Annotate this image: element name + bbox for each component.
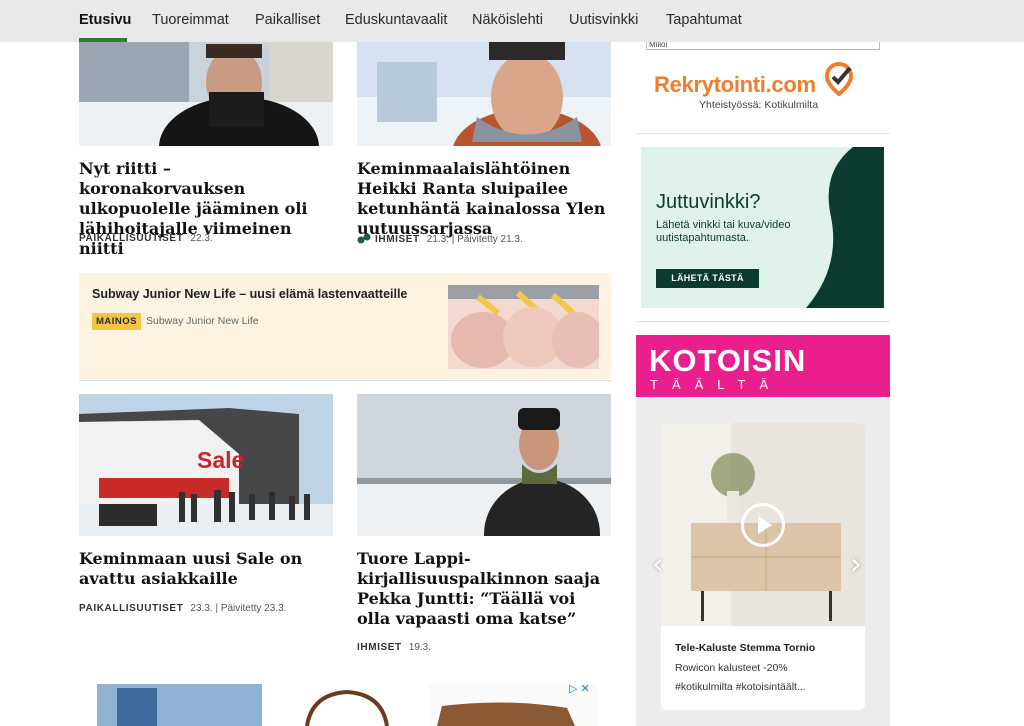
section-divider (79, 380, 611, 381)
nav-item-paikalliset[interactable]: Paikalliset (255, 12, 320, 28)
rekry-partner-text: Yhteistyössä: Kotikulmilta (699, 99, 819, 111)
article-3-date: 23.3. | Päivitetty 23.3. (190, 603, 287, 614)
article-3-category[interactable]: PAIKALLISUUTISET (79, 603, 183, 614)
article-1-headline[interactable]: Nyt riitti – koronakorvauksen ulkopuolel… (79, 159, 329, 259)
article-3-meta: PAIKALLISUUTISET 23.3. | Päivitetty 23.3. (79, 603, 286, 614)
bottom-display-ad[interactable] (97, 684, 597, 726)
article-4-category[interactable]: IHMISET (357, 642, 402, 653)
news-tip-text: Lähetä vinkki tai kuva/video uutistapaht… (656, 219, 791, 244)
article-1-image[interactable] (79, 42, 333, 146)
article-4-image[interactable] (357, 394, 611, 536)
sponsored-title[interactable]: Subway Junior New Life – uusi elämä last… (92, 287, 407, 301)
nav-item-tapahtumat[interactable]: Tapahtumat (666, 12, 742, 28)
article-2-date: 21.3. | Päivitetty 21.3. (426, 234, 523, 245)
kotoisin-card-offer: Rowicon kalusteet -20% (675, 662, 788, 674)
nav-item-eduskuntavaalit[interactable]: Eduskuntavaalit (345, 12, 447, 28)
article-4-date: 19.3. (408, 642, 432, 653)
nav-item-etusivu[interactable]: Etusivu (79, 12, 131, 28)
article-3-image[interactable]: Sale (79, 394, 333, 536)
sponsored-image[interactable] (448, 285, 599, 369)
ad-choices-icon[interactable]: ▷ ✕ (569, 682, 590, 695)
sale-sign-text: Sale (197, 447, 244, 473)
article-1-category[interactable]: PAIKALLISUUTISET (79, 233, 183, 244)
nav-active-indicator (79, 38, 127, 42)
news-tip-title: Juttuvinkki? (656, 191, 761, 213)
chevron-right-icon[interactable]: › (850, 547, 862, 582)
rekrytointi-logo[interactable]: Rekrytointi.com (654, 61, 854, 102)
sponsored-article[interactable]: Subway Junior New Life – uusi elämä last… (79, 273, 611, 379)
ihmiset-icon (357, 233, 371, 247)
kotoisin-card[interactable]: Tele-Kaluste Stemma Tornio Rowicon kalus… (661, 423, 865, 710)
kotoisin-logo-text: KOTOISIN (649, 343, 807, 378)
article-2-image[interactable] (357, 42, 611, 146)
article-3-headline[interactable]: Keminmaan uusi Sale on avattu asiakkaill… (79, 549, 329, 589)
kotoisin-subtitle: TÄÄLTÄ (650, 377, 783, 392)
location-pin-icon (824, 61, 854, 102)
article-1-date: 22.3. (190, 233, 213, 244)
sponsor-name: Subway Junior New Life (146, 315, 259, 327)
nav-item-tuoreimmat[interactable]: Tuoreimmat (152, 12, 229, 28)
article-4-headline[interactable]: Tuore Lappi-kirjallisuuspalkinnon saaja … (357, 549, 607, 629)
article-4-meta: IHMISET 19.3. (357, 642, 431, 653)
rekry-widget-cutoff: Milloi (646, 42, 880, 50)
nav-item-uutisvinkki[interactable]: Uutisvinkki (569, 12, 638, 28)
send-tip-button[interactable]: LÄHETÄ TÄSTÄ (656, 269, 759, 288)
news-tip-banner[interactable]: Juttuvinkki? Lähetä vinkki tai kuva/vide… (641, 147, 884, 308)
article-2-meta: IHMISET 21.3. | Päivitetty 21.3. (357, 233, 523, 247)
sidebar-divider (636, 133, 890, 134)
kotoisin-card-title[interactable]: Tele-Kaluste Stemma Tornio (675, 642, 815, 654)
kotoisin-card-tags: #kotikulmilta #kotoisintäält... (675, 681, 806, 693)
nav-item-nakoislehti[interactable]: Näköislehti (472, 12, 543, 28)
mainos-badge: MAINOS (92, 313, 141, 330)
kotoisin-header[interactable]: KOTOISIN TÄÄLTÄ (636, 335, 890, 397)
top-navigation: Etusivu Tuoreimmat Paikalliset Eduskunta… (0, 0, 1024, 42)
chevron-left-icon[interactable]: ‹ (652, 547, 664, 582)
article-2-category[interactable]: IHMISET (375, 234, 420, 245)
article-2-headline[interactable]: Keminmaalaislähtöinen Heikki Ranta sluip… (357, 159, 607, 239)
article-1-meta: PAIKALLISUUTISET 22.3. (79, 233, 213, 244)
sidebar-divider (636, 321, 890, 322)
rekrytointi-logo-text: Rekrytointi.com (654, 72, 816, 97)
play-icon[interactable] (741, 503, 785, 547)
